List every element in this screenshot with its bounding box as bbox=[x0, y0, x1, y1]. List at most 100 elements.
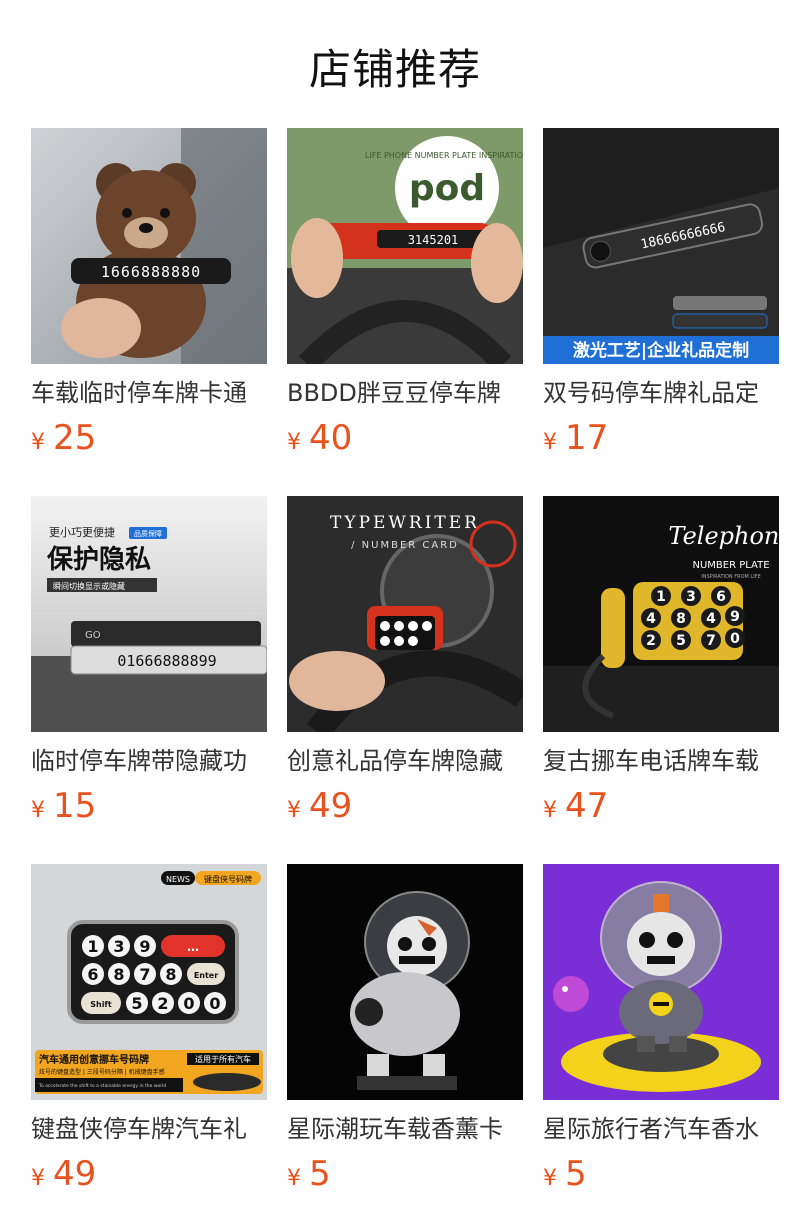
svg-text:9: 9 bbox=[730, 609, 740, 625]
svg-text:0: 0 bbox=[183, 994, 194, 1013]
bear-number-plate-image[interactable]: 1666888880 bbox=[31, 128, 267, 364]
svg-text:0: 0 bbox=[730, 631, 740, 647]
svg-text:01666888899: 01666888899 bbox=[117, 652, 216, 670]
svg-text:TYPEWRITER: TYPEWRITER bbox=[330, 513, 480, 533]
product-title[interactable]: 创意礼品停车牌隐藏 bbox=[287, 746, 523, 776]
svg-text:汽车通用创意挪车号码牌: 汽车通用创意挪车号码牌 bbox=[39, 1053, 149, 1066]
product-title[interactable]: 双号码停车牌礼品定 bbox=[543, 378, 779, 408]
product-price: ¥ 5 bbox=[287, 1154, 523, 1194]
svg-text:适用于所有汽车: 适用于所有汽车 bbox=[195, 1054, 251, 1064]
svg-text:2: 2 bbox=[646, 633, 656, 649]
svg-text:瞬间切换显示或隐藏: 瞬间切换显示或隐藏 bbox=[53, 581, 125, 591]
svg-text:8: 8 bbox=[165, 965, 176, 984]
price-value: 15 bbox=[53, 786, 97, 826]
svg-text:7: 7 bbox=[139, 965, 150, 984]
svg-text:Telephone: Telephone bbox=[668, 522, 779, 550]
page-header: 店铺推荐 bbox=[0, 0, 790, 128]
svg-text:3145201: 3145201 bbox=[408, 233, 459, 247]
currency-symbol: ¥ bbox=[31, 798, 45, 823]
svg-text:To accelerate the shift to a s: To accelerate the shift to a stainable e… bbox=[38, 1083, 166, 1089]
product-card[interactable]: 1666888880 车载临时停车牌卡通 ¥ 25 bbox=[31, 128, 267, 458]
product-title[interactable]: 键盘侠停车牌汽车礼 bbox=[31, 1114, 267, 1144]
currency-symbol: ¥ bbox=[543, 798, 557, 823]
svg-text:4: 4 bbox=[646, 611, 656, 627]
product-title[interactable]: 车载临时停车牌卡通 bbox=[31, 378, 267, 408]
keyboard-number-plate-image[interactable]: NEWS 键盘侠号码牌 1 3 9 … 6 8 7 8 Enter Shift … bbox=[31, 864, 267, 1100]
svg-text:1666888880: 1666888880 bbox=[101, 263, 201, 281]
svg-text:5: 5 bbox=[676, 633, 686, 649]
product-card[interactable]: 18666666666 激光工艺|企业礼品定制 双号码停车牌礼品定 ¥ 17 bbox=[543, 128, 779, 458]
product-title[interactable]: 星际旅行者汽车香水 bbox=[543, 1114, 779, 1144]
product-card[interactable]: Telephone NUMBER PLATE INSPIRATION FROM … bbox=[543, 496, 779, 826]
currency-symbol: ¥ bbox=[543, 1166, 557, 1191]
keyboard-number-plate-icon: NEWS 键盘侠号码牌 1 3 9 … 6 8 7 8 Enter Shift … bbox=[31, 864, 267, 1100]
pod-number-plate-icon: pod LIFE PHONE NUMBER PLATE INSPIRATION … bbox=[287, 128, 523, 364]
svg-text:2: 2 bbox=[157, 994, 168, 1013]
dual-number-plate-icon: 18666666666 激光工艺|企业礼品定制 bbox=[543, 128, 779, 364]
svg-text:1: 1 bbox=[656, 589, 666, 605]
svg-text:更小巧更便捷: 更小巧更便捷 bbox=[49, 525, 115, 539]
product-price: ¥ 49 bbox=[31, 1154, 267, 1194]
price-value: 47 bbox=[565, 786, 609, 826]
product-title[interactable]: BBDD胖豆豆停车牌 bbox=[287, 378, 523, 408]
product-card[interactable]: pod LIFE PHONE NUMBER PLATE INSPIRATION … bbox=[287, 128, 523, 458]
svg-text:键盘侠号码牌: 键盘侠号码牌 bbox=[204, 874, 252, 884]
svg-text:NUMBER PLATE: NUMBER PLATE bbox=[692, 560, 769, 571]
price-value: 49 bbox=[53, 1154, 97, 1194]
page-title: 店铺推荐 bbox=[308, 45, 481, 94]
svg-text:7: 7 bbox=[706, 633, 716, 649]
svg-text:激光工艺|企业礼品定制: 激光工艺|企业礼品定制 bbox=[573, 340, 749, 361]
currency-symbol: ¥ bbox=[287, 430, 301, 455]
product-title[interactable]: 临时停车牌带隐藏功 bbox=[31, 746, 267, 776]
svg-text:8: 8 bbox=[113, 965, 124, 984]
svg-text:NEWS: NEWS bbox=[166, 875, 190, 884]
currency-symbol: ¥ bbox=[287, 1166, 301, 1191]
price-value: 17 bbox=[565, 418, 609, 458]
price-value: 49 bbox=[309, 786, 353, 826]
astronaut-aroma-image[interactable] bbox=[287, 864, 523, 1100]
svg-text:3: 3 bbox=[113, 937, 124, 956]
product-price: ¥ 47 bbox=[543, 786, 779, 826]
astronaut-purple-icon bbox=[543, 864, 779, 1100]
currency-symbol: ¥ bbox=[31, 1166, 45, 1191]
product-card[interactable]: NEWS 键盘侠号码牌 1 3 9 … 6 8 7 8 Enter Shift … bbox=[31, 864, 267, 1194]
pod-number-plate-image[interactable]: pod LIFE PHONE NUMBER PLATE INSPIRATION … bbox=[287, 128, 523, 364]
product-card[interactable]: 星际潮玩车载香薰卡 ¥ 5 bbox=[287, 864, 523, 1194]
product-price: ¥ 40 bbox=[287, 418, 523, 458]
product-card[interactable]: 更小巧更便捷 品质保障 保护隐私 瞬间切换显示或隐藏 GO 0166688889… bbox=[31, 496, 267, 826]
svg-text:pod: pod bbox=[409, 168, 485, 209]
product-price: ¥ 17 bbox=[543, 418, 779, 458]
astronaut-purple-image[interactable] bbox=[543, 864, 779, 1100]
svg-text:保护隐私: 保护隐私 bbox=[46, 545, 151, 575]
product-title[interactable]: 复古挪车电话牌车载 bbox=[543, 746, 779, 776]
svg-text:LIFE PHONE NUMBER PLATE INSPIR: LIFE PHONE NUMBER PLATE INSPIRATION bbox=[365, 151, 523, 160]
typewriter-number-plate-image[interactable]: TYPEWRITER / NUMBER CARD bbox=[287, 496, 523, 732]
privacy-number-plate-icon: 更小巧更便捷 品质保障 保护隐私 瞬间切换显示或隐藏 GO 0166688889… bbox=[31, 496, 267, 732]
telephone-number-plate-icon: Telephone NUMBER PLATE INSPIRATION FROM … bbox=[543, 496, 779, 732]
price-value: 5 bbox=[565, 1154, 587, 1194]
price-value: 25 bbox=[53, 418, 97, 458]
price-value: 40 bbox=[309, 418, 353, 458]
product-title[interactable]: 星际潮玩车载香薰卡 bbox=[287, 1114, 523, 1144]
svg-text:1: 1 bbox=[87, 937, 98, 956]
svg-text:GO: GO bbox=[85, 630, 101, 641]
bear-number-plate-icon: 1666888880 bbox=[31, 128, 267, 364]
svg-text:…: … bbox=[187, 940, 199, 954]
product-price: ¥ 15 bbox=[31, 786, 267, 826]
product-card[interactable]: 星际旅行者汽车香水 ¥ 5 bbox=[543, 864, 779, 1194]
svg-text:炫号的键盘造型 | 三段号码分隔 | 机械键盘手感: 炫号的键盘造型 | 三段号码分隔 | 机械键盘手感 bbox=[39, 1068, 165, 1076]
svg-text:0: 0 bbox=[209, 994, 220, 1013]
product-card[interactable]: TYPEWRITER / NUMBER CARD 创意礼品停车牌隐藏 ¥ 49 bbox=[287, 496, 523, 826]
svg-text:Shift: Shift bbox=[90, 1000, 112, 1009]
telephone-number-plate-image[interactable]: Telephone NUMBER PLATE INSPIRATION FROM … bbox=[543, 496, 779, 732]
privacy-number-plate-image[interactable]: 更小巧更便捷 品质保障 保护隐私 瞬间切换显示或隐藏 GO 0166688889… bbox=[31, 496, 267, 732]
dual-number-plate-image[interactable]: 18666666666 激光工艺|企业礼品定制 bbox=[543, 128, 779, 364]
svg-text:3: 3 bbox=[686, 589, 696, 605]
astronaut-aroma-icon bbox=[287, 864, 523, 1100]
svg-text:/ NUMBER CARD: / NUMBER CARD bbox=[351, 540, 459, 551]
svg-text:4: 4 bbox=[706, 611, 716, 627]
product-price: ¥ 5 bbox=[543, 1154, 779, 1194]
currency-symbol: ¥ bbox=[287, 798, 301, 823]
svg-text:6: 6 bbox=[87, 965, 98, 984]
svg-text:Enter: Enter bbox=[194, 971, 218, 980]
